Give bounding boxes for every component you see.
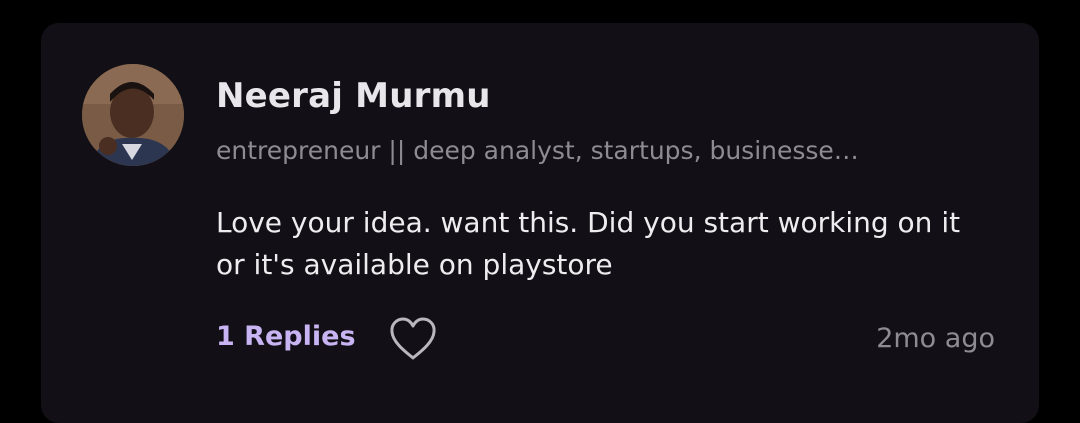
like-button[interactable]: [388, 316, 438, 362]
author-name[interactable]: Neeraj Murmu: [216, 76, 491, 116]
timestamp: 2mo ago: [876, 323, 995, 354]
replies-link[interactable]: 1 Replies: [216, 321, 356, 352]
heart-outline-icon: [390, 317, 436, 360]
avatar[interactable]: [82, 64, 184, 166]
author-headline: entrepreneur || deep analyst, startups, …: [216, 136, 859, 165]
comment-text: Love your idea. want this. Did you start…: [216, 206, 961, 281]
